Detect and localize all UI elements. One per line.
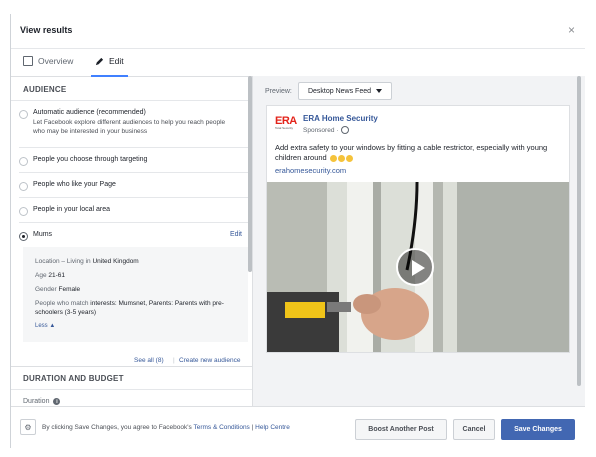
- audience-option-targeting[interactable]: People you choose through targeting: [19, 156, 147, 166]
- preview-panel: Preview: Desktop News Feed ERA Total Sec…: [253, 76, 585, 406]
- radio-button[interactable]: [19, 157, 28, 166]
- audience-option-page-likes[interactable]: People who like your Page: [19, 181, 116, 191]
- interests-detail: People who match interests: Mumsnet, Par…: [35, 300, 224, 316]
- create-new-audience-link[interactable]: Create new audience: [179, 357, 240, 364]
- info-icon[interactable]: i: [53, 398, 61, 405]
- help-centre-link[interactable]: Help Centre: [255, 424, 290, 431]
- audience-option-local-area[interactable]: People in your local area: [19, 206, 110, 216]
- emoji-icon: [329, 154, 337, 162]
- emoji-icon: [345, 154, 353, 162]
- dialog-footer: ⚙ By clicking Save Changes, you agree to…: [11, 406, 585, 449]
- tab-bar: Overview Edit: [11, 48, 585, 77]
- option-description: Let Facebook explore different audiences…: [33, 119, 226, 135]
- less-link[interactable]: Less ▲: [35, 322, 55, 331]
- post-link[interactable]: erahomesecurity.com: [275, 166, 346, 175]
- option-label: People in your local area: [33, 206, 111, 213]
- video-thumbnail[interactable]: [267, 182, 569, 352]
- gender-detail: Gender Female: [35, 286, 81, 293]
- save-changes-button[interactable]: Save Changes: [501, 419, 575, 440]
- divider: [19, 147, 252, 148]
- terms-text: By clicking Save Changes, you agree to F…: [42, 424, 290, 431]
- radio-button[interactable]: [19, 182, 28, 191]
- close-icon[interactable]: ×: [568, 23, 575, 37]
- preview-label: Preview:: [265, 88, 292, 95]
- post-preview-card: ERA Total Security ERA Home Security Spo…: [266, 105, 570, 353]
- dialog-titlebar: View results ×: [11, 14, 585, 49]
- divider: [11, 389, 252, 390]
- right-scrollbar[interactable]: [577, 76, 581, 386]
- boost-another-post-button[interactable]: Boost Another Post: [355, 419, 447, 440]
- pencil-icon: [95, 57, 104, 65]
- chevron-down-icon: [376, 89, 383, 93]
- option-label: Automatic audience (recommended): [33, 109, 146, 116]
- option-label: Mums: [33, 231, 53, 238]
- tab-edit-label: Edit: [109, 56, 124, 66]
- placement-value: Desktop News Feed: [307, 87, 372, 95]
- divider: [19, 222, 252, 223]
- audience-header: AUDIENCE: [23, 85, 67, 94]
- play-icon[interactable]: [396, 248, 434, 286]
- audience-option-mums[interactable]: Mums: [19, 231, 52, 241]
- divider: [19, 197, 252, 198]
- see-all-link[interactable]: See all (8): [134, 357, 164, 364]
- divider: [11, 366, 252, 367]
- radio-button[interactable]: [19, 207, 28, 216]
- audience-details: Location – Living in United Kingdom Age …: [23, 247, 248, 342]
- globe-icon: [341, 126, 350, 134]
- age-detail: Age 21-61: [35, 272, 65, 279]
- edit-panel: AUDIENCE Automatic audience (recommended…: [11, 76, 253, 406]
- gear-icon[interactable]: ⚙: [20, 419, 36, 435]
- radio-button[interactable]: [19, 110, 28, 119]
- era-logo: ERA Total Security: [275, 116, 297, 134]
- overview-icon: [23, 56, 33, 66]
- option-label: People you choose through targeting: [33, 156, 148, 163]
- option-label: People who like your Page: [33, 181, 116, 188]
- post-text: Add extra safety to your windows by fitt…: [275, 143, 548, 162]
- placement-dropdown[interactable]: Desktop News Feed: [298, 82, 392, 100]
- cancel-button[interactable]: Cancel: [453, 419, 495, 440]
- emoji-icon: [337, 154, 345, 162]
- tab-overview-label: Overview: [38, 56, 74, 66]
- tab-edit[interactable]: Edit: [91, 56, 128, 77]
- radio-button-selected[interactable]: [19, 232, 28, 241]
- terms-link[interactable]: Terms & Conditions: [193, 424, 249, 431]
- view-results-dialog: View results × Overview Edit AUDIENCE Au…: [10, 14, 585, 449]
- left-scrollbar[interactable]: [248, 76, 252, 272]
- duration-row: Duration i: [23, 398, 61, 405]
- page-name-link[interactable]: ERA Home Security: [303, 114, 378, 123]
- tab-overview[interactable]: Overview: [23, 56, 73, 66]
- separator: |: [173, 357, 175, 364]
- divider: [19, 172, 252, 173]
- sponsored-label: Sponsored ·: [303, 126, 350, 134]
- duration-budget-header: DURATION AND BUDGET: [23, 374, 124, 383]
- duration-label: Duration: [23, 398, 50, 405]
- dialog-title: View results: [20, 25, 73, 35]
- location-detail: Location – Living in United Kingdom: [35, 258, 139, 265]
- audience-option-automatic[interactable]: Automatic audience (recommended) Let Fac…: [19, 109, 233, 136]
- edit-audience-link[interactable]: Edit: [230, 231, 242, 238]
- divider: [11, 100, 252, 101]
